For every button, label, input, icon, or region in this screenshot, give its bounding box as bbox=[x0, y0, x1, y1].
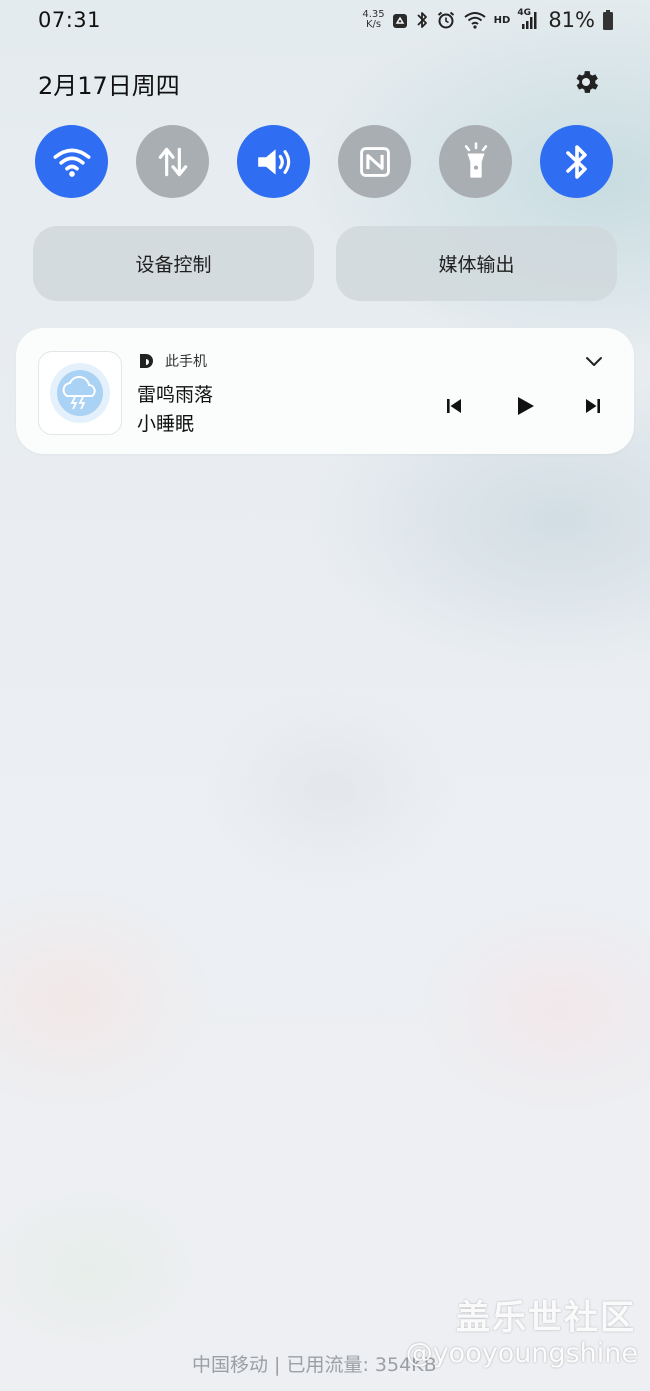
watermark-username: @yooyoungshine bbox=[405, 1338, 638, 1369]
wifi-toggle[interactable] bbox=[35, 125, 108, 198]
media-output-button[interactable]: 媒体输出 bbox=[336, 226, 617, 301]
nfc-icon bbox=[359, 146, 390, 177]
cellular-4g-label: 4G bbox=[517, 8, 531, 18]
settings-button[interactable] bbox=[570, 66, 602, 98]
mobile-data-toggle[interactable] bbox=[136, 125, 209, 198]
song-title: 雷鸣雨落 bbox=[137, 384, 214, 406]
status-bar: 07:31 4.35 K/s HD 4G 81% bbox=[0, 0, 650, 40]
media-source: 此手机 bbox=[137, 351, 207, 371]
date-label: 2月17日周四 bbox=[38, 72, 180, 100]
device-control-button[interactable]: 设备控制 bbox=[33, 226, 314, 301]
song-artist: 小睡眠 bbox=[137, 413, 195, 435]
sound-toggle[interactable] bbox=[237, 125, 310, 198]
album-art[interactable] bbox=[38, 351, 122, 435]
data-arrows-icon bbox=[158, 147, 187, 176]
next-button[interactable] bbox=[579, 392, 607, 420]
previous-icon bbox=[447, 399, 461, 413]
watermark-title: 盖乐世社区 bbox=[456, 1298, 636, 1338]
flashlight-toggle[interactable] bbox=[439, 125, 512, 198]
bluetooth-toggle[interactable] bbox=[540, 125, 613, 198]
bluetooth-icon bbox=[415, 10, 429, 30]
previous-button[interactable] bbox=[440, 392, 468, 420]
network-speed-unit: K/s bbox=[365, 19, 382, 30]
carrier-data-usage: 中国移动 | 已用流量: 354KB bbox=[192, 1354, 437, 1376]
status-icons: 4.35 K/s HD 4G 81% bbox=[362, 6, 614, 34]
thunder-cloud-icon bbox=[50, 363, 110, 423]
phone-source-icon bbox=[140, 354, 153, 368]
recycle-notification-icon bbox=[392, 11, 408, 29]
network-speed: 4.35 K/s bbox=[362, 10, 384, 30]
play-icon bbox=[518, 397, 534, 415]
alarm-icon bbox=[436, 10, 456, 30]
speaker-icon bbox=[257, 148, 290, 175]
battery-percent: 81% bbox=[548, 8, 595, 32]
chevron-down-icon bbox=[586, 357, 602, 366]
media-source-label: 此手机 bbox=[165, 354, 207, 370]
play-button[interactable] bbox=[511, 392, 539, 420]
hd-badge: HD bbox=[493, 14, 511, 26]
flashlight-icon bbox=[464, 141, 487, 178]
gear-icon bbox=[576, 71, 599, 93]
bluetooth-icon bbox=[565, 144, 587, 179]
battery-icon bbox=[602, 9, 614, 31]
next-icon bbox=[586, 399, 600, 413]
wifi-icon bbox=[53, 148, 90, 177]
media-player-card[interactable]: 此手机 雷鸣雨落 小睡眠 bbox=[16, 328, 634, 454]
cellular-4g-icon: 4G bbox=[517, 8, 539, 31]
status-time: 07:31 bbox=[38, 8, 102, 32]
nfc-toggle[interactable] bbox=[338, 125, 411, 198]
wifi-icon bbox=[463, 10, 487, 30]
expand-button[interactable] bbox=[582, 350, 606, 374]
